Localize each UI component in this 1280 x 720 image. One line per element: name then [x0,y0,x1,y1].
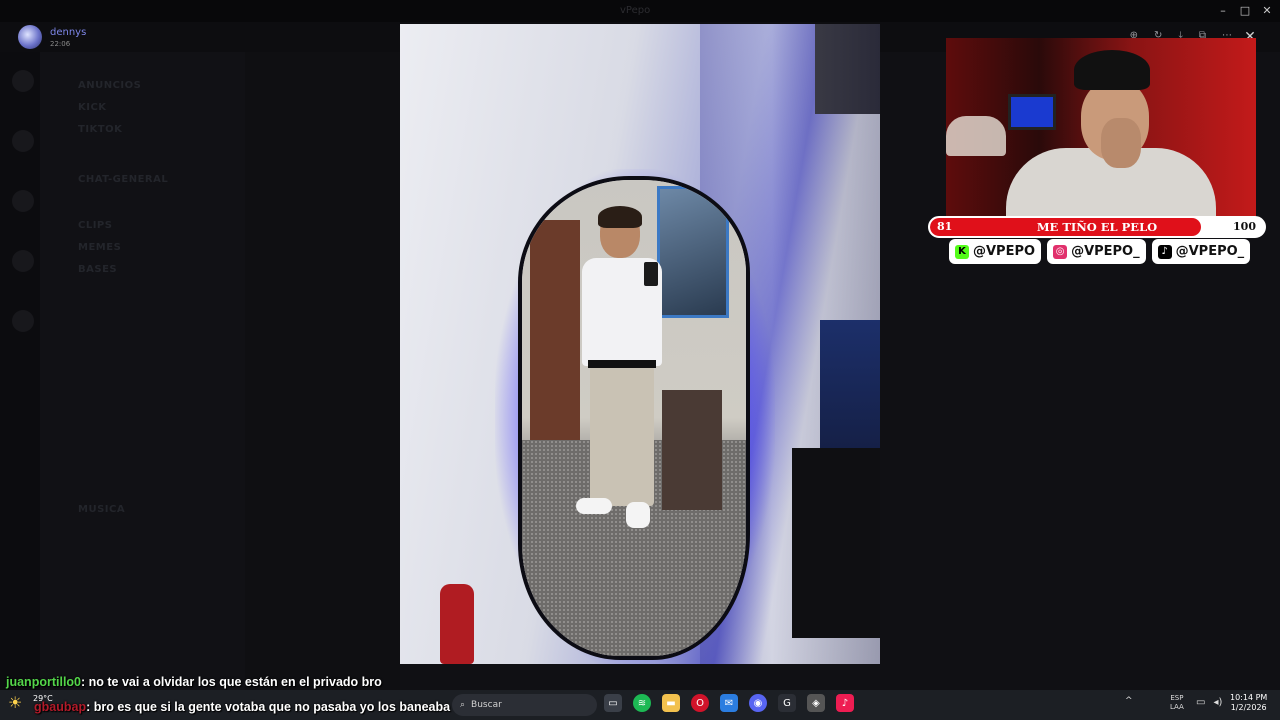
server-icon[interactable] [12,190,34,212]
monitor [792,448,880,638]
channel-item[interactable]: KICK [78,102,107,113]
person-hair [598,206,642,228]
discord-icon[interactable]: ◉ [749,694,767,712]
chat-username: juanportillo0 [6,675,81,689]
opera-icon[interactable]: O [691,694,709,712]
goal-label: ME TIÑO EL PELO [1036,220,1158,234]
email-icon[interactable]: ✉ [720,694,738,712]
server-icon[interactable] [12,130,34,152]
folder-icon[interactable]: ▬ [662,694,680,712]
social-tiktok: ♪ @VPEPO_ [1151,239,1251,264]
kick-app-icon[interactable]: G [778,694,796,712]
tray-icons: ▭ ◂) [1196,697,1222,708]
chat-username: gbaubap [34,700,87,714]
chevron-up-icon[interactable]: ^ [1125,696,1133,706]
spotify-icon[interactable]: ≋ [633,694,651,712]
streamer-hand [1101,118,1141,168]
person-shoe [576,498,612,514]
goal-end-value: 100 [1233,220,1256,233]
avatar[interactable] [18,25,42,49]
kick-icon: K [955,244,969,259]
channel-item[interactable]: CHAT-GENERAL [78,174,168,185]
channel-item[interactable]: ANUNCIOS [78,80,141,91]
mirror-poster [657,186,729,318]
maximize-icon[interactable]: □ [1238,4,1252,18]
social-handles: K @VPEPO ◎ @VPEPO_ ♪ @VPEPO_ [949,239,1251,264]
upload-time: 22:06 [50,40,71,48]
fire-extinguisher [440,584,474,664]
search-placeholder: Buscar [471,700,502,710]
person-phone [644,262,658,286]
server-icon[interactable] [12,250,34,272]
window-title: vPepo [620,5,651,16]
mirror [518,176,750,660]
person-legs [590,366,654,506]
channel-list: ANUNCIOS KICK TIKTOK CHAT-GENERAL CLIPS … [40,50,245,690]
social-kick: K @VPEPO [949,239,1042,264]
background-monitor [1008,94,1056,130]
volume-icon[interactable]: ◂) [1213,697,1222,708]
server-icon[interactable] [12,70,34,92]
title-bar: vPepo – □ ✕ [0,0,1280,24]
dimmed-chat [245,50,400,690]
social-handle: @VPEPO_ [1175,244,1245,259]
tiktok-icon: ♪ [1157,244,1172,259]
channel-item[interactable]: BASES [78,264,117,275]
tiktok-app-icon[interactable]: ♪ [836,694,854,712]
chat-message: juanportillo0: no te vai a olvidar los q… [6,675,382,689]
shared-image[interactable] [400,24,880,664]
streamer-cap [1074,50,1150,90]
window-close-icon[interactable]: ✕ [1260,4,1274,18]
channel-item[interactable]: MUSICA [78,504,125,515]
channel-item[interactable]: MEMES [78,242,121,253]
language-line: ESP [1170,694,1184,702]
chat-text: : no te vai a olvidar los que están en e… [81,675,382,689]
channel-item[interactable]: CLIPS [78,220,112,231]
server-list [0,0,40,690]
chat-text: : bro es que si la gente votaba que no p… [86,700,451,714]
social-handle: @VPEPO_ [1071,244,1140,259]
uploader-name[interactable]: dennys [50,27,86,38]
webcam-overlay [946,38,1256,218]
file-explorer-icon[interactable]: ▭ [604,694,622,712]
person-belt [588,360,656,368]
channel-item[interactable]: TIKTOK [78,124,122,135]
mirror-door [530,220,580,450]
server-icon[interactable] [12,310,34,332]
screen: ANUNCIOS KICK TIKTOK CHAT-GENERAL CLIPS … [0,0,1280,720]
taskbar-apps: ▭ ≋ ▬ O ✉ ◉ G ◈ ♪ [604,694,854,712]
goal-bar: 81 ME TIÑO EL PELO 100 [928,216,1266,238]
taskbar-search[interactable]: ⌕ Buscar [452,694,597,716]
person-shoe [626,502,650,528]
system-tray: ^ [1125,696,1133,706]
mirror-bed [662,390,722,510]
game-icon[interactable]: ◈ [807,694,825,712]
system-clock[interactable]: 10:14 PM 1/2/2026 [1230,693,1267,713]
social-handle: @VPEPO [973,244,1036,259]
minimize-icon[interactable]: – [1216,4,1230,18]
language-line: LAA [1170,703,1184,711]
language-indicator[interactable]: ESP LAA [1170,694,1184,712]
monitor-icon[interactable]: ▭ [1196,697,1205,708]
instagram-icon: ◎ [1053,244,1068,259]
cap-rack [946,116,1006,156]
search-icon: ⌕ [460,700,466,710]
social-instagram: ◎ @VPEPO_ [1047,239,1146,264]
clock-time: 10:14 PM [1230,693,1268,702]
clock-date: 1/2/2026 [1230,703,1267,712]
chat-message: gbaubap: bro es que si la gente votaba q… [6,700,450,714]
